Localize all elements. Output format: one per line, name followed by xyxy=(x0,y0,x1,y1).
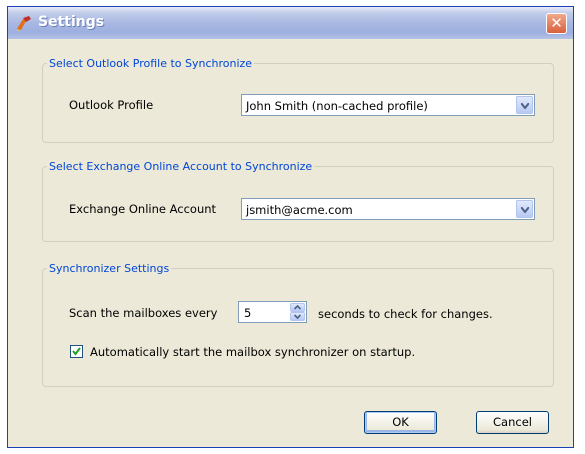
autostart-label[interactable]: Automatically start the mailbox synchron… xyxy=(90,345,415,359)
spin-up-icon xyxy=(293,304,302,310)
spin-down-icon xyxy=(293,314,302,320)
close-icon: ✕ xyxy=(550,14,563,32)
outlook-profile-value: John Smith (non-cached profile) xyxy=(246,99,428,113)
exchange-account-legend: Select Exchange Online Account to Synchr… xyxy=(49,160,313,173)
settings-app-icon xyxy=(15,14,33,32)
outlook-profile-dropdown[interactable]: John Smith (non-cached profile) xyxy=(241,94,535,116)
outlook-profile-legend: Select Outlook Profile to Synchronize xyxy=(49,57,253,70)
spin-buttons xyxy=(290,303,305,321)
scan-interval-suffix: seconds to check for changes. xyxy=(318,307,493,321)
close-button[interactable]: ✕ xyxy=(546,13,567,34)
spin-up-button[interactable] xyxy=(290,303,305,312)
exchange-account-value: jsmith@acme.com xyxy=(246,203,353,217)
window-title: Settings xyxy=(38,14,105,30)
checkmark-icon xyxy=(72,347,81,356)
synchronizer-settings-group: Synchronizer Settings xyxy=(42,262,554,387)
autostart-checkbox[interactable] xyxy=(70,345,83,358)
title-bar[interactable]: Settings ✕ xyxy=(8,7,573,39)
scan-interval-stepper[interactable]: 5 xyxy=(238,301,307,323)
settings-dialog: Settings ✕ Select Outlook Profile to Syn… xyxy=(7,6,574,448)
exchange-account-label: Exchange Online Account xyxy=(69,202,217,216)
exchange-account-dropdown[interactable]: jsmith@acme.com xyxy=(241,198,535,220)
synchronizer-settings-legend: Synchronizer Settings xyxy=(49,262,170,275)
dropdown-button[interactable] xyxy=(516,200,533,218)
chevron-down-icon xyxy=(521,207,529,213)
outlook-profile-label: Outlook Profile xyxy=(69,98,154,112)
ok-button[interactable]: OK xyxy=(364,411,437,434)
spin-down-button[interactable] xyxy=(290,312,305,321)
scan-interval-value: 5 xyxy=(244,306,252,320)
chevron-down-icon xyxy=(521,103,529,109)
scan-interval-label: Scan the mailboxes every xyxy=(69,306,218,320)
cancel-button[interactable]: Cancel xyxy=(476,411,549,434)
dropdown-button[interactable] xyxy=(516,96,533,114)
